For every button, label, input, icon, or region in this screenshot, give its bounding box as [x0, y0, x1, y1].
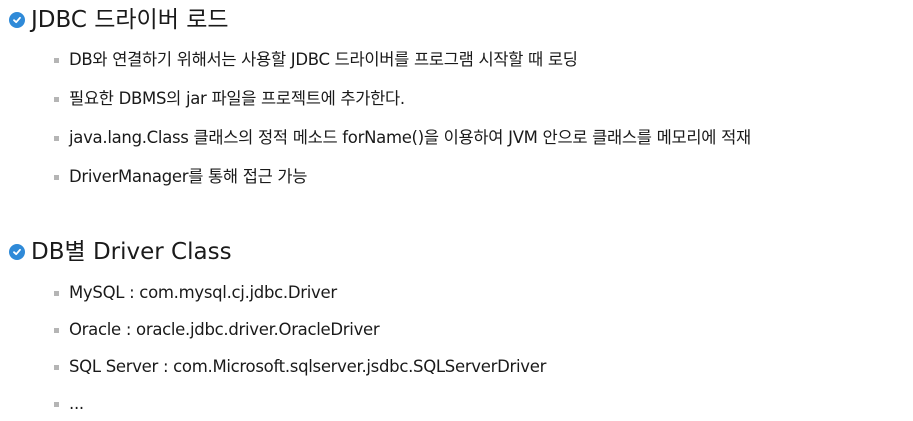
list-item-text: MySQL : com.mysql.cj.jdbc.Driver [69, 283, 337, 302]
section-db-driver-class: DB별 Driver Class MySQL : com.mysql.cj.jd… [0, 232, 913, 413]
list-item-text: java.lang.Class 클래스의 정적 메소드 forName()을 이… [69, 128, 751, 147]
list-item: ... [0, 387, 913, 421]
section-title: JDBC 드라이버 로드 [31, 7, 229, 33]
list-item: 필요한 DBMS의 jar 파일을 프로젝트에 추가한다. [0, 82, 913, 116]
check-circle-icon [9, 244, 25, 260]
square-bullet-icon [54, 175, 59, 180]
list-item: DriverManager를 통해 접근 가능 [0, 160, 913, 194]
list-item: java.lang.Class 클래스의 정적 메소드 forName()을 이… [0, 121, 913, 155]
square-bullet-icon [54, 58, 59, 63]
square-bullet-icon [54, 136, 59, 141]
section-heading: JDBC 드라이버 로드 [0, 0, 913, 40]
list-item-text: 필요한 DBMS의 jar 파일을 프로젝트에 추가한다. [69, 89, 405, 108]
square-bullet-icon [54, 97, 59, 102]
section-heading: DB별 Driver Class [0, 232, 913, 272]
square-bullet-icon [54, 328, 59, 333]
section-jdbc-driver-load: JDBC 드라이버 로드 DB와 연결하기 위해서는 사용할 JDBC 드라이버… [0, 0, 913, 186]
check-circle-icon [9, 12, 25, 28]
list-item-text: SQL Server : com.Microsoft.sqlserver.jsd… [69, 357, 547, 376]
list-item-text: DB와 연결하기 위해서는 사용할 JDBC 드라이버를 프로그램 시작할 때 … [69, 50, 578, 69]
list-item-text: DriverManager를 통해 접근 가능 [69, 167, 308, 186]
square-bullet-icon [54, 291, 59, 296]
list-item: Oracle : oracle.jdbc.driver.OracleDriver [0, 313, 913, 347]
square-bullet-icon [54, 402, 59, 407]
list-item: MySQL : com.mysql.cj.jdbc.Driver [0, 276, 913, 310]
list-item-text: Oracle : oracle.jdbc.driver.OracleDriver [69, 320, 380, 339]
list-item: SQL Server : com.Microsoft.sqlserver.jsd… [0, 350, 913, 384]
section-title: DB별 Driver Class [31, 239, 232, 265]
list-item: DB와 연결하기 위해서는 사용할 JDBC 드라이버를 프로그램 시작할 때 … [0, 43, 913, 77]
square-bullet-icon [54, 365, 59, 370]
list-item-text: ... [69, 394, 84, 413]
